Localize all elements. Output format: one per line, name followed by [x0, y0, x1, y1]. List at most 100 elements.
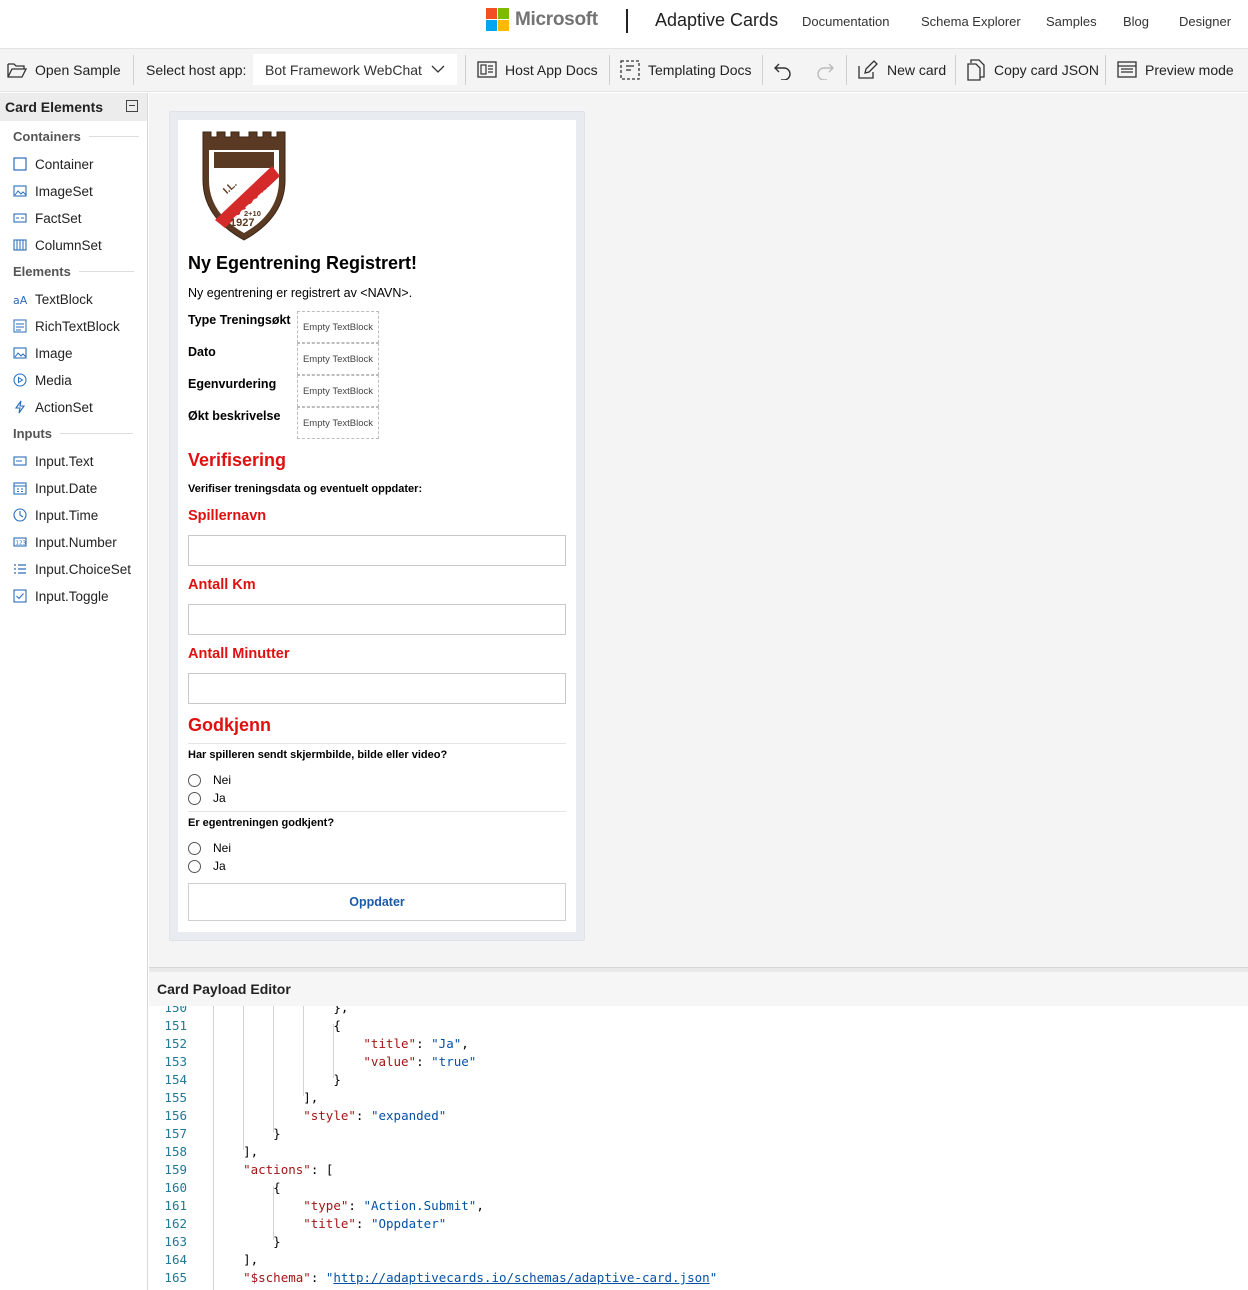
line-number: 156 — [164, 1108, 187, 1123]
brand-title[interactable]: Adaptive Cards — [655, 10, 778, 31]
chevron-down-icon — [431, 65, 445, 73]
code-text: ], — [303, 1090, 319, 1105]
km-input[interactable] — [188, 604, 566, 635]
fact-value[interactable]: Empty TextBlock — [297, 343, 379, 375]
preview-mode-label: Preview mode — [1145, 62, 1234, 78]
radio-label: Ja — [213, 791, 226, 805]
templating-docs-button[interactable]: Templating Docs — [620, 49, 752, 91]
radio-button[interactable] — [188, 859, 201, 873]
nav-link-documentation[interactable]: Documentation — [802, 14, 889, 29]
palette-item-label: Input.ChoiceSet — [35, 561, 132, 577]
radio-option-no[interactable]: Nei — [188, 840, 231, 856]
line-number: 157 — [164, 1126, 187, 1141]
toolbar-separator — [609, 55, 610, 85]
group-inputs: Inputs — [13, 426, 133, 441]
undo-button[interactable] — [773, 49, 801, 91]
palette-item-input-number[interactable]: 123 Input.Number — [13, 533, 117, 551]
palette-item-textblock[interactable]: aA TextBlock — [13, 290, 93, 308]
microsoft-logo-icon — [486, 8, 509, 31]
templating-docs-label: Templating Docs — [648, 62, 752, 78]
nav-link-blog[interactable]: Blog — [1123, 14, 1149, 29]
host-app-docs-button[interactable]: Host App Docs — [477, 49, 598, 91]
verify-heading: Verifisering — [188, 450, 287, 470]
palette-item-imageset[interactable]: ImageSet — [13, 182, 93, 200]
approve-heading: Godkjenn — [188, 715, 272, 735]
minutes-label: Antall Minutter — [188, 646, 290, 662]
clock-icon — [13, 508, 27, 522]
palette-item-label: Input.Time — [35, 507, 99, 523]
indent-guide — [213, 1006, 214, 1290]
fact-value[interactable]: Empty TextBlock — [297, 407, 379, 439]
nav-link-designer[interactable]: Designer — [1179, 14, 1231, 29]
palette-item-label: Container — [35, 156, 94, 172]
line-number: 160 — [164, 1180, 187, 1195]
redo-icon — [817, 63, 834, 80]
radio-label: Nei — [213, 841, 232, 855]
copy-json-button[interactable]: Copy card JSON — [966, 49, 1099, 91]
toolbar-separator — [762, 55, 763, 85]
palette-item-columnset[interactable]: ColumnSet — [13, 236, 102, 254]
card-title: Ny Egentrening Registrert! — [188, 253, 418, 273]
palette-item-input-date[interactable]: Input.Date — [13, 479, 97, 497]
nav-link-samples[interactable]: Samples — [1046, 14, 1097, 29]
palette-item-actionset[interactable]: ActionSet — [13, 398, 93, 416]
code-text: }, — [333, 1006, 349, 1015]
palette-item-container[interactable]: Container — [13, 155, 94, 173]
player-name-input[interactable] — [188, 535, 566, 566]
palette-item-factset[interactable]: FactSet — [13, 209, 82, 227]
media-icon — [13, 373, 27, 387]
palette-item-input-time[interactable]: Input.Time — [13, 506, 98, 524]
redo-button[interactable] — [815, 49, 843, 91]
microsoft-wordmark: Microsoft — [515, 8, 598, 30]
code-text: "actions": [ — [243, 1162, 334, 1177]
group-divider — [60, 433, 133, 434]
code-text: "value": "true" — [363, 1054, 477, 1069]
minutes-input[interactable] — [188, 673, 566, 704]
copy-icon — [967, 59, 985, 81]
palette-item-input-choiceset[interactable]: Input.ChoiceSet — [13, 560, 131, 578]
line-number: 164 — [164, 1252, 187, 1267]
verify-text: Verifiser treningsdata og eventuelt oppd… — [188, 483, 423, 495]
checkbox-icon — [13, 589, 27, 603]
radio-option-no[interactable]: Nei — [188, 772, 231, 788]
host-app-docs-label: Host App Docs — [505, 62, 598, 78]
fact-label: Egenvurdering — [188, 377, 277, 391]
radio-button[interactable] — [188, 773, 201, 787]
fact-value[interactable]: Empty TextBlock — [297, 375, 379, 407]
radio-button[interactable] — [188, 841, 201, 855]
microsoft-logo[interactable]: Microsoft — [486, 8, 598, 31]
submit-button[interactable]: Oppdater — [188, 883, 566, 921]
radio-label: Nei — [213, 773, 232, 787]
palette-item-label: RichTextBlock — [35, 318, 120, 334]
player-name-label: Spillernavn — [188, 508, 267, 524]
palette-item-media[interactable]: Media — [13, 371, 72, 389]
nav-link-schema-explorer[interactable]: Schema Explorer — [921, 14, 1021, 29]
question-media: Har spilleren sendt skjermbilde, bilde e… — [188, 749, 448, 761]
new-card-label: New card — [887, 62, 947, 78]
collapse-icon[interactable] — [126, 100, 138, 112]
radio-option-yes[interactable]: Ja — [188, 790, 226, 806]
code-text: "title": "Ja", — [363, 1036, 469, 1051]
payload-editor-title: Card Payload Editor — [157, 981, 291, 997]
palette-item-label: Input.Number — [35, 534, 117, 550]
question-approved: Er egentreningen godkjent? — [188, 817, 335, 829]
host-app-select[interactable]: Bot Framework WebChat — [253, 54, 457, 85]
palette-item-input-toggle[interactable]: Input.Toggle — [13, 587, 109, 605]
open-sample-label: Open Sample — [35, 62, 121, 78]
radio-button[interactable] — [188, 791, 201, 805]
host-app-label: Select host app: — [146, 49, 246, 91]
preview-mode-button[interactable]: Preview mode — [1117, 49, 1234, 91]
fact-label: Dato — [188, 345, 216, 359]
palette-item-input-text[interactable]: Input.Text — [13, 452, 94, 470]
fact-value[interactable]: Empty TextBlock — [297, 311, 379, 343]
code-editor[interactable]: 150}, 151 {152 "title": "Ja", 153 "value": "t… — [149, 1006, 1248, 1290]
new-card-button[interactable]: New card — [857, 49, 946, 91]
undo-icon — [774, 63, 791, 80]
club-logo-image[interactable]: I.L. BORGEN 2+10 1927 — [200, 128, 288, 244]
palette-item-richtextblock[interactable]: RichTextBlock — [13, 317, 120, 335]
open-sample-button[interactable]: Open Sample — [7, 49, 121, 91]
list-icon — [14, 564, 26, 574]
palette-item-image[interactable]: Image — [13, 344, 73, 362]
line-number: 163 — [164, 1234, 187, 1249]
radio-option-yes[interactable]: Ja — [188, 858, 226, 874]
